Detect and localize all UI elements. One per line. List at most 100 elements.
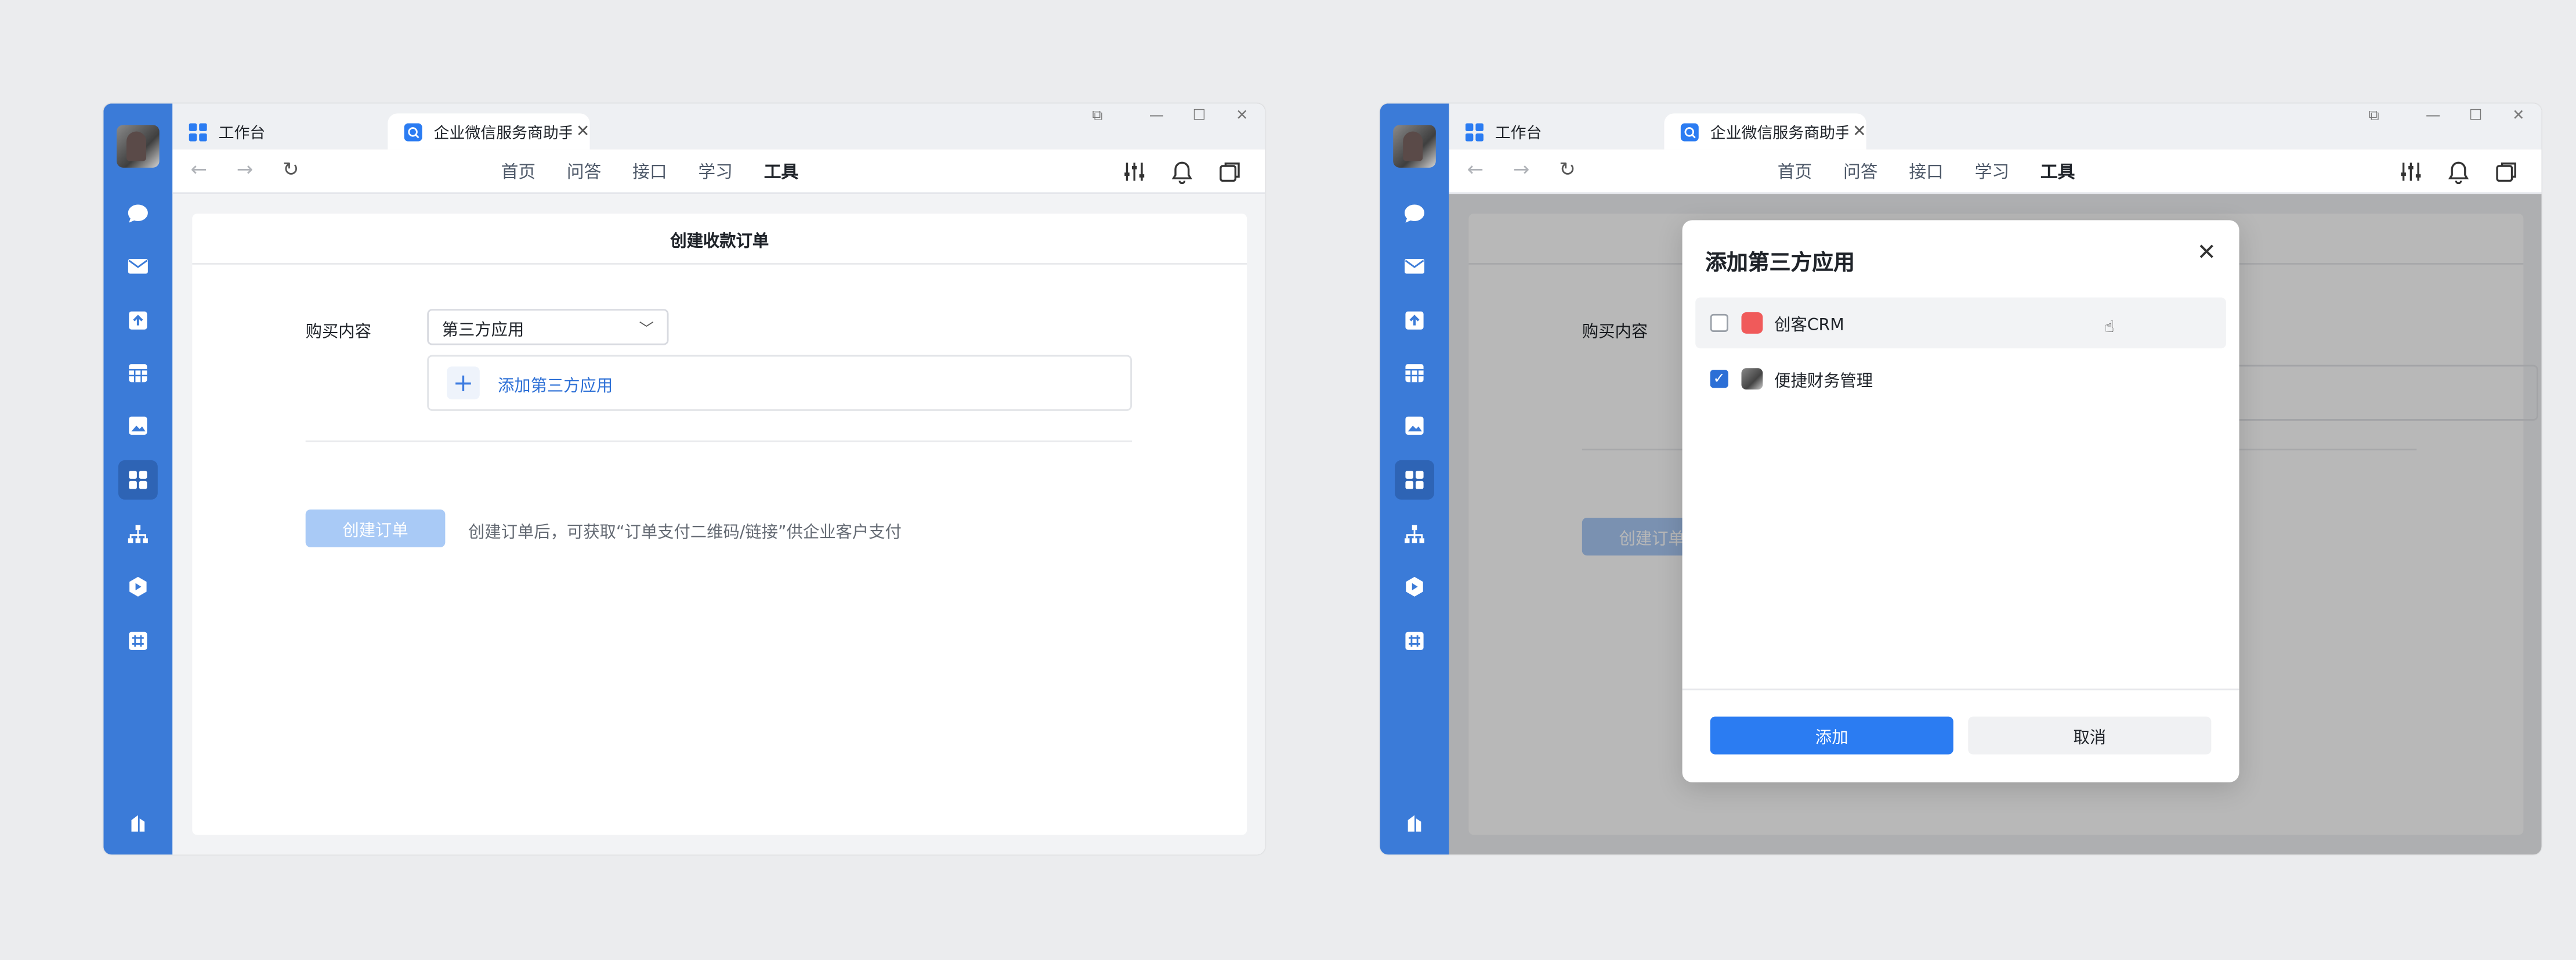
add-app-box[interactable]: + 添加第三方应用 — [427, 355, 1132, 411]
service-tab-icon — [1680, 122, 1699, 141]
copy-window-icon[interactable] — [2494, 160, 2518, 184]
close-window-icon[interactable]: ✕ — [1221, 109, 1264, 125]
menu-tools[interactable]: 工具 — [2040, 160, 2075, 184]
maximize-icon[interactable]: ☐ — [1178, 109, 1221, 125]
checkbox-unchecked[interactable] — [1710, 313, 1728, 332]
chat-icon[interactable] — [122, 197, 155, 230]
checkbox-checked[interactable]: ✓ — [1710, 370, 1728, 388]
arrow-left-icon[interactable]: ← — [190, 158, 207, 181]
tab-workbench[interactable]: 工作台 — [172, 113, 386, 149]
create-order-button[interactable]: 创建订单 — [305, 509, 446, 547]
menu-api[interactable]: 接口 — [1909, 160, 1943, 184]
chevron-down-icon: ﹀ — [639, 322, 654, 339]
chat-icon[interactable] — [1398, 197, 1431, 230]
photo-icon[interactable] — [122, 409, 155, 442]
bell-icon[interactable] — [2446, 160, 2470, 185]
select-value: 第三方应用 — [442, 321, 524, 340]
page-title: 创建收款订单 — [192, 214, 1247, 265]
org-icon[interactable] — [122, 518, 155, 551]
org-icon[interactable] — [1398, 518, 1431, 551]
list-item[interactable]: ✓ 便捷财务管理 — [1695, 353, 2226, 405]
calendar-icon[interactable] — [122, 356, 155, 389]
order-panel: 创建收款订单 购买内容 第三方应用 ﹀ + 添加第三方应用 创建订单 创建订单后… — [192, 214, 1247, 835]
finance-app-icon — [1741, 368, 1763, 390]
workbench-tab-icon — [189, 122, 207, 141]
service-tab-icon — [404, 122, 422, 141]
toolbar-right — [2398, 160, 2519, 185]
add-button[interactable]: 添加 — [1710, 716, 1953, 755]
create-hint: 创建订单后，可获取“订单支付二维码/链接”供企业客户支付 — [468, 524, 902, 543]
settings-sliders-icon[interactable] — [2398, 160, 2423, 184]
arrow-left-icon[interactable]: ← — [1467, 158, 1484, 181]
side-rail — [103, 103, 173, 855]
window-controls: ⧉ — ☐ ✕ — [1076, 109, 1264, 125]
arrow-right-icon[interactable]: → — [1513, 158, 1529, 181]
toolbar-right — [1122, 160, 1242, 185]
mail-icon[interactable] — [1398, 250, 1431, 283]
dialog-title: 添加第三方应用 — [1705, 251, 1855, 276]
menu-tools[interactable]: 工具 — [764, 160, 798, 184]
plus-icon[interactable]: + — [447, 366, 480, 400]
add-app-link[interactable]: 添加第三方应用 — [498, 371, 613, 395]
close-icon[interactable]: ✕ — [2197, 240, 2216, 266]
building-icon[interactable] — [1398, 805, 1431, 838]
grid-icon[interactable] — [122, 625, 155, 658]
docs-icon[interactable] — [1398, 304, 1431, 337]
maximize-icon[interactable]: ☐ — [2454, 109, 2497, 125]
menu-qa[interactable]: 问答 — [567, 160, 601, 184]
popout-icon[interactable]: ⧉ — [1076, 109, 1119, 125]
avatar[interactable] — [1393, 125, 1436, 168]
menu-qa[interactable]: 问答 — [1843, 160, 1877, 184]
tab-label: 工作台 — [1495, 125, 1542, 143]
app-name: 创客CRM — [1774, 317, 1844, 335]
tab-service[interactable]: 企业微信服务商助手能 ✕ — [1664, 113, 1866, 150]
tab-service[interactable]: 企业微信服务商助手能 ✕ — [388, 113, 590, 150]
minimize-icon[interactable]: — — [1135, 109, 1178, 125]
menu-learn[interactable]: 学习 — [698, 160, 732, 184]
avatar[interactable] — [117, 125, 160, 168]
app-icon[interactable] — [1398, 571, 1431, 604]
nav-bar: ← → ↻ 首页 问答 接口 学习 工具 — [172, 149, 1265, 194]
calendar-icon[interactable] — [1398, 356, 1431, 389]
bell-icon[interactable] — [1170, 160, 1194, 185]
close-icon[interactable]: ✕ — [576, 122, 590, 140]
divider — [305, 440, 1132, 442]
app-icon[interactable] — [122, 571, 155, 604]
tab-bar: 工作台 企业微信服务商助手能 ✕ ⧉ — ☐ ✕ — [172, 103, 1265, 150]
arrow-right-icon[interactable]: → — [237, 158, 253, 181]
add-app-dialog: 添加第三方应用 ✕ 创客CRM ☝ ✓ 便捷财务管理 添加 取消 — [1682, 220, 2239, 782]
menu-home[interactable]: 首页 — [501, 160, 536, 184]
close-icon[interactable]: ✕ — [1853, 122, 1866, 140]
purchase-label: 购买内容 — [305, 323, 371, 342]
refresh-icon[interactable]: ↻ — [1559, 158, 1575, 181]
tab-workbench[interactable]: 工作台 — [1449, 113, 1662, 149]
copy-window-icon[interactable] — [1217, 160, 1242, 184]
tab-label: 工作台 — [218, 125, 266, 143]
photo-icon[interactable] — [1398, 409, 1431, 442]
mail-icon[interactable] — [122, 250, 155, 283]
top-menu: 首页 问答 接口 学习 工具 — [501, 150, 830, 194]
purchase-select[interactable]: 第三方应用 ﹀ — [427, 309, 669, 345]
building-icon[interactable] — [122, 805, 155, 838]
menu-api[interactable]: 接口 — [632, 160, 667, 184]
tab-label: 企业微信服务商助手能 — [433, 125, 571, 143]
hand-cursor-icon: ☝ — [2104, 319, 2115, 337]
menu-home[interactable]: 首页 — [1778, 160, 1812, 184]
window-controls: ⧉ — ☐ ✕ — [2353, 109, 2540, 125]
workbench-icon[interactable] — [1395, 460, 1434, 500]
settings-sliders-icon[interactable] — [1122, 160, 1146, 184]
popout-icon[interactable]: ⧉ — [2353, 109, 2396, 125]
content-area: 创建收款订单 购买内容 第三方应用 ﹀ + 添加第三方应用 创建订单 创建订单后… — [172, 194, 1265, 855]
app-window-left: 工作台 企业微信服务商助手能 ✕ ⧉ — ☐ ✕ ← → ↻ 首页 问答 接口 — [103, 103, 1265, 855]
menu-learn[interactable]: 学习 — [1975, 160, 2009, 184]
cancel-button[interactable]: 取消 — [1968, 716, 2212, 755]
close-window-icon[interactable]: ✕ — [2497, 109, 2540, 125]
refresh-icon[interactable]: ↻ — [283, 158, 299, 181]
workbench-icon[interactable] — [118, 460, 158, 500]
grid-icon[interactable] — [1398, 625, 1431, 658]
docs-icon[interactable] — [122, 304, 155, 337]
side-rail — [1380, 103, 1449, 855]
minimize-icon[interactable]: — — [2412, 109, 2455, 125]
list-item[interactable]: 创客CRM ☝ — [1695, 297, 2226, 349]
nav-bar: ← → ↻ 首页 问答 接口 学习 工具 — [1449, 149, 2542, 194]
